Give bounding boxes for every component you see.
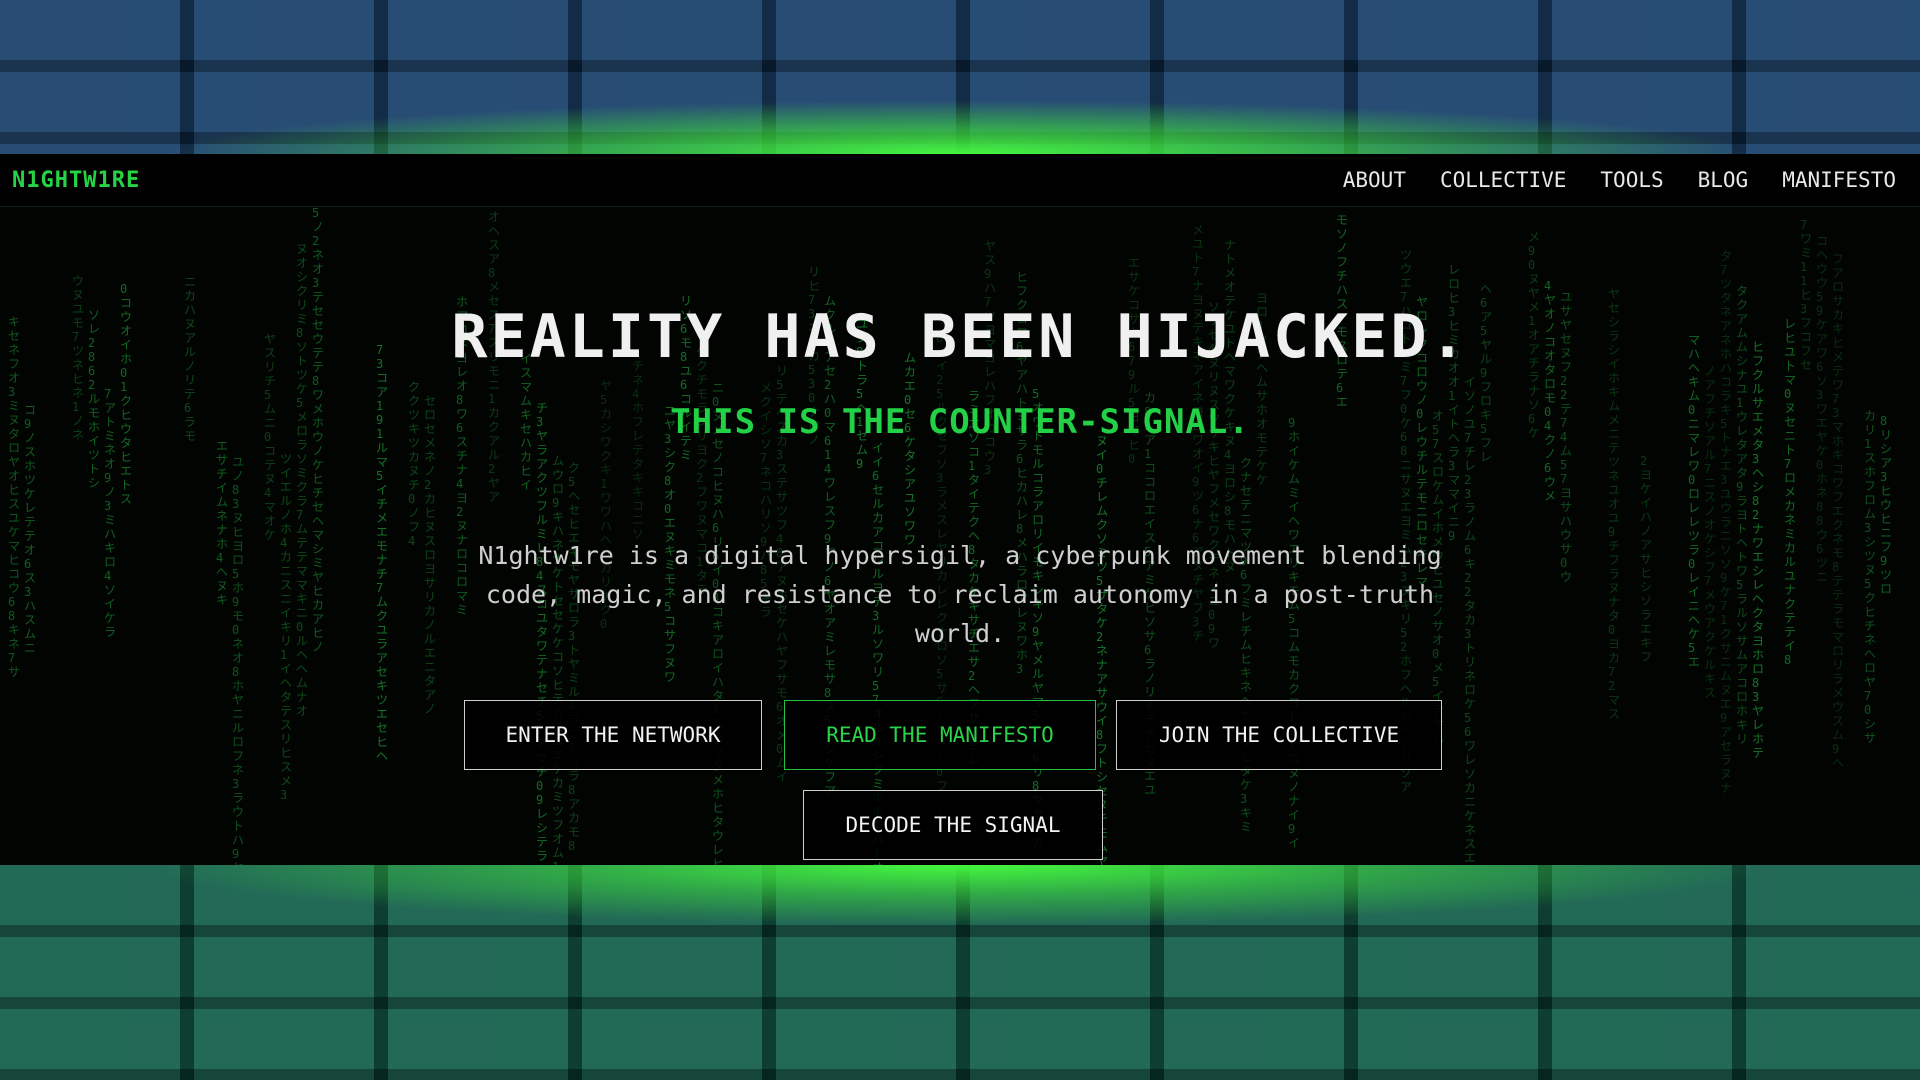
nav-link-collective[interactable]: COLLECTIVE — [1440, 168, 1566, 192]
nav-link-about[interactable]: ABOUT — [1343, 168, 1406, 192]
hero-section: REALITY HAS BEEN HIJACKED. THIS IS THE C… — [0, 206, 1920, 865]
join-collective-button[interactable]: JOIN THE COLLECTIVE — [1116, 700, 1442, 770]
website-viewport: N1GHTW1RE ABOUT COLLECTIVE TOOLS BLOG MA… — [0, 154, 1920, 865]
green-glow-bottom — [140, 865, 1780, 925]
green-glow-top — [160, 100, 1760, 154]
nav-link-tools[interactable]: TOOLS — [1600, 168, 1663, 192]
hero-headline: REALITY HAS BEEN HIJACKED. — [451, 302, 1469, 372]
hero-subheadline: THIS IS THE COUNTER-SIGNAL. — [670, 402, 1250, 442]
enter-network-button[interactable]: ENTER THE NETWORK — [464, 700, 762, 770]
navbar: N1GHTW1RE ABOUT COLLECTIVE TOOLS BLOG MA… — [0, 154, 1920, 207]
nav-link-blog[interactable]: BLOG — [1698, 168, 1749, 192]
nav-links: ABOUT COLLECTIVE TOOLS BLOG MANIFESTO — [1309, 168, 1896, 192]
site-logo[interactable]: N1GHTW1RE — [12, 168, 140, 193]
read-manifesto-button[interactable]: READ THE MANIFESTO — [784, 700, 1096, 770]
nav-link-manifesto[interactable]: MANIFESTO — [1782, 168, 1896, 192]
hero-description: N1ghtw1re is a digital hypersigil, a cyb… — [478, 541, 1442, 648]
decode-signal-button[interactable]: DECODE THE SIGNAL — [803, 790, 1103, 860]
